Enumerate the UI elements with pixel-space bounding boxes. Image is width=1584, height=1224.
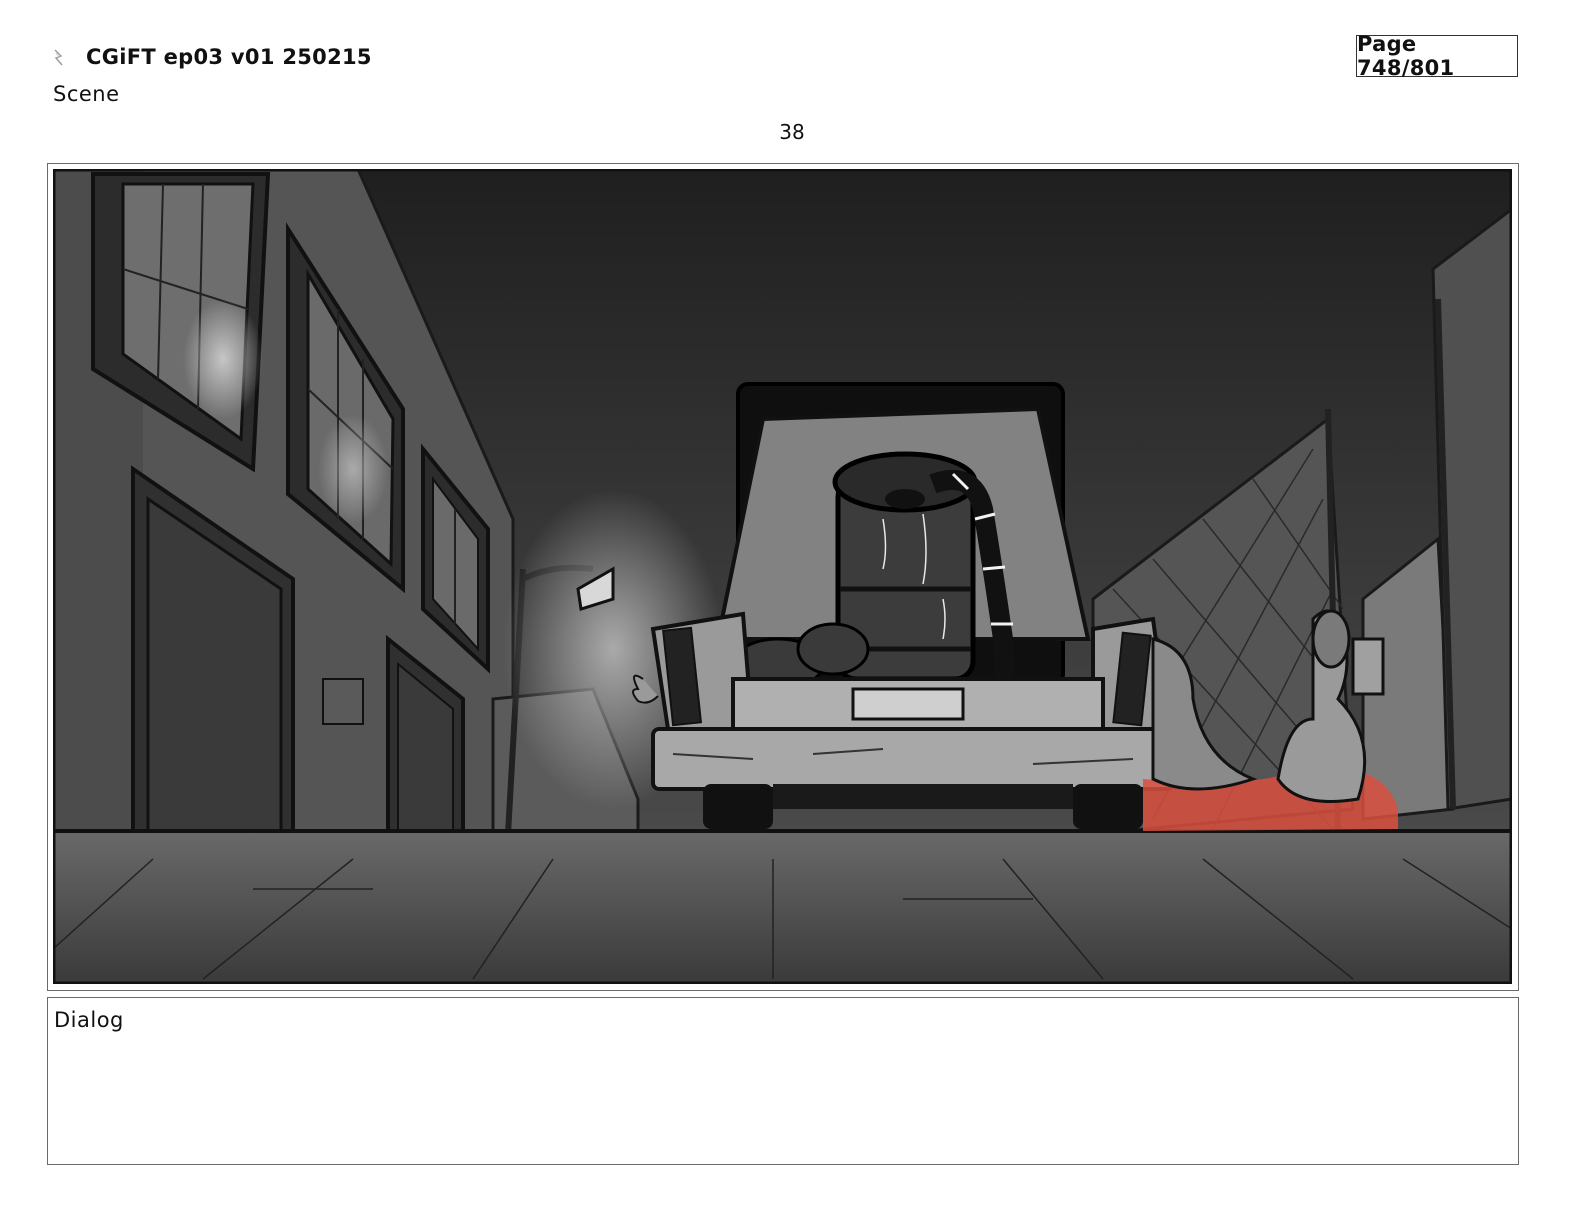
dialog-box: Dialog — [47, 997, 1519, 1165]
scene-label: Scene — [53, 82, 120, 106]
panel-frame — [47, 163, 1519, 991]
page-indicator: Page 748/801 — [1356, 32, 1518, 80]
document-title: CGiFT ep03 v01 250215 — [86, 45, 372, 69]
storyboard-file-icon — [54, 49, 63, 66]
dialog-label: Dialog — [54, 1008, 124, 1032]
storyboard-panel-image — [53, 169, 1512, 984]
panel-number: 38 — [779, 120, 805, 144]
